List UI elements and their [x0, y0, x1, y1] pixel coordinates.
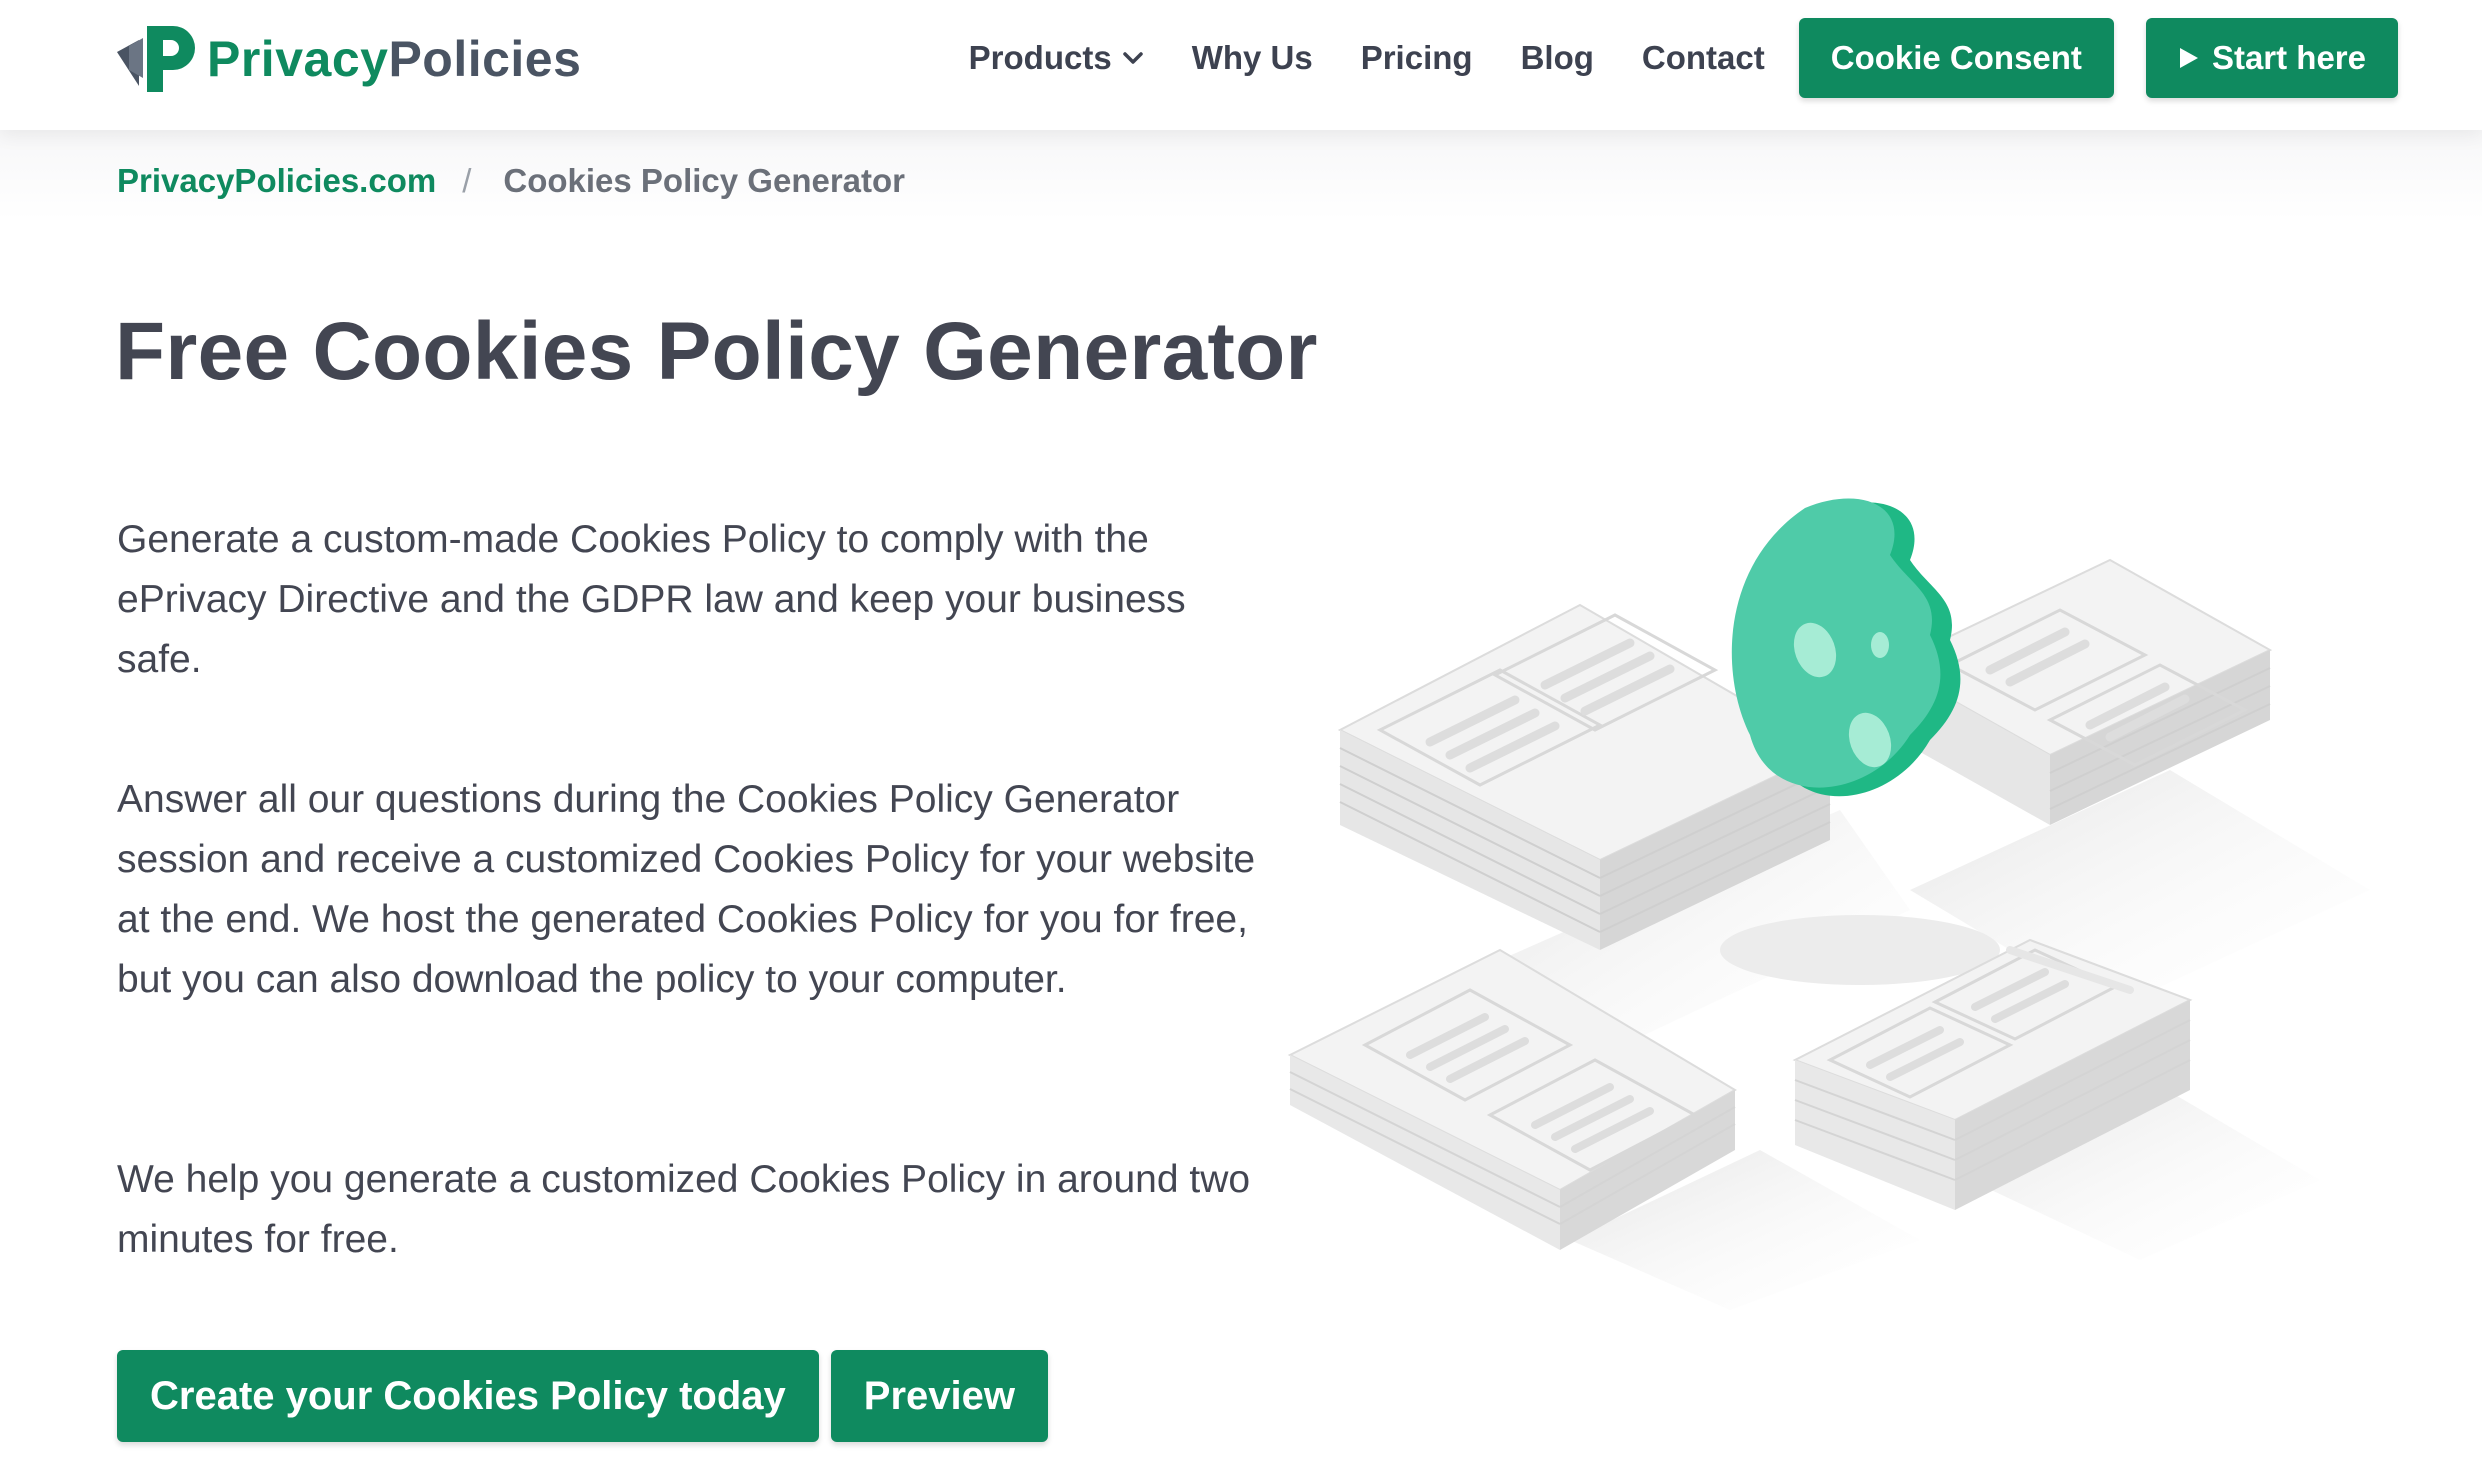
- preview-button[interactable]: Preview: [830, 1350, 1048, 1442]
- time-paragraph: We help you generate a customized Cookie…: [117, 1158, 1251, 1261]
- nav-products[interactable]: Products: [969, 39, 1144, 77]
- main-nav: Products Why Us Pricing Blog Contact Coo…: [969, 18, 2398, 98]
- logo-p-icon: [117, 26, 195, 92]
- create-cookies-policy-button[interactable]: Create your Cookies Policy today: [117, 1350, 819, 1442]
- breadcrumb: PrivacyPolicies.com / Cookies Policy Gen…: [117, 162, 905, 200]
- nav-blog[interactable]: Blog: [1521, 39, 1594, 77]
- breadcrumb-home-link[interactable]: PrivacyPolicies.com: [117, 162, 436, 200]
- details-paragraph: Answer all our questions during the Cook…: [117, 778, 1256, 1001]
- start-here-label: Start here: [2211, 39, 2366, 76]
- intro-paragraph: Generate a custom-made Cookies Policy to…: [117, 518, 1186, 681]
- cookie-documents-illustration: [1287, 498, 2370, 1310]
- preview-label: Preview: [863, 1373, 1015, 1418]
- create-cookies-policy-label: Create your Cookies Policy today: [150, 1373, 786, 1418]
- nav-why-us[interactable]: Why Us: [1192, 39, 1313, 77]
- cta-row: Create your Cookies Policy today Preview: [117, 1350, 1048, 1442]
- start-here-button[interactable]: Start here: [2145, 18, 2398, 98]
- cookie-consent-label: Cookie Consent: [1830, 39, 2082, 76]
- cookie-consent-button[interactable]: Cookie Consent: [1798, 18, 2114, 98]
- play-icon: [2179, 48, 2198, 68]
- page-title: Free Cookies Policy Generator: [115, 306, 1318, 397]
- site-header: PrivacyPolicies Products Why Us Pricing …: [0, 0, 2482, 130]
- nav-contact[interactable]: Contact: [1642, 39, 1765, 77]
- logo-text: PrivacyPolicies: [207, 30, 581, 88]
- nav-products-label: Products: [968, 39, 1112, 76]
- cookie-shadow: [1720, 915, 2000, 985]
- logo-text-privacy: Privacy: [207, 31, 389, 87]
- breadcrumb-current: Cookies Policy Generator: [503, 162, 906, 199]
- nav-pricing[interactable]: Pricing: [1361, 39, 1473, 77]
- breadcrumb-separator: /: [462, 162, 472, 199]
- document-stack-4: [1792, 938, 2320, 1260]
- logo-text-policies: Policies: [388, 31, 582, 87]
- site-logo[interactable]: PrivacyPolicies: [115, 20, 581, 98]
- chevron-down-icon: [1122, 52, 1143, 64]
